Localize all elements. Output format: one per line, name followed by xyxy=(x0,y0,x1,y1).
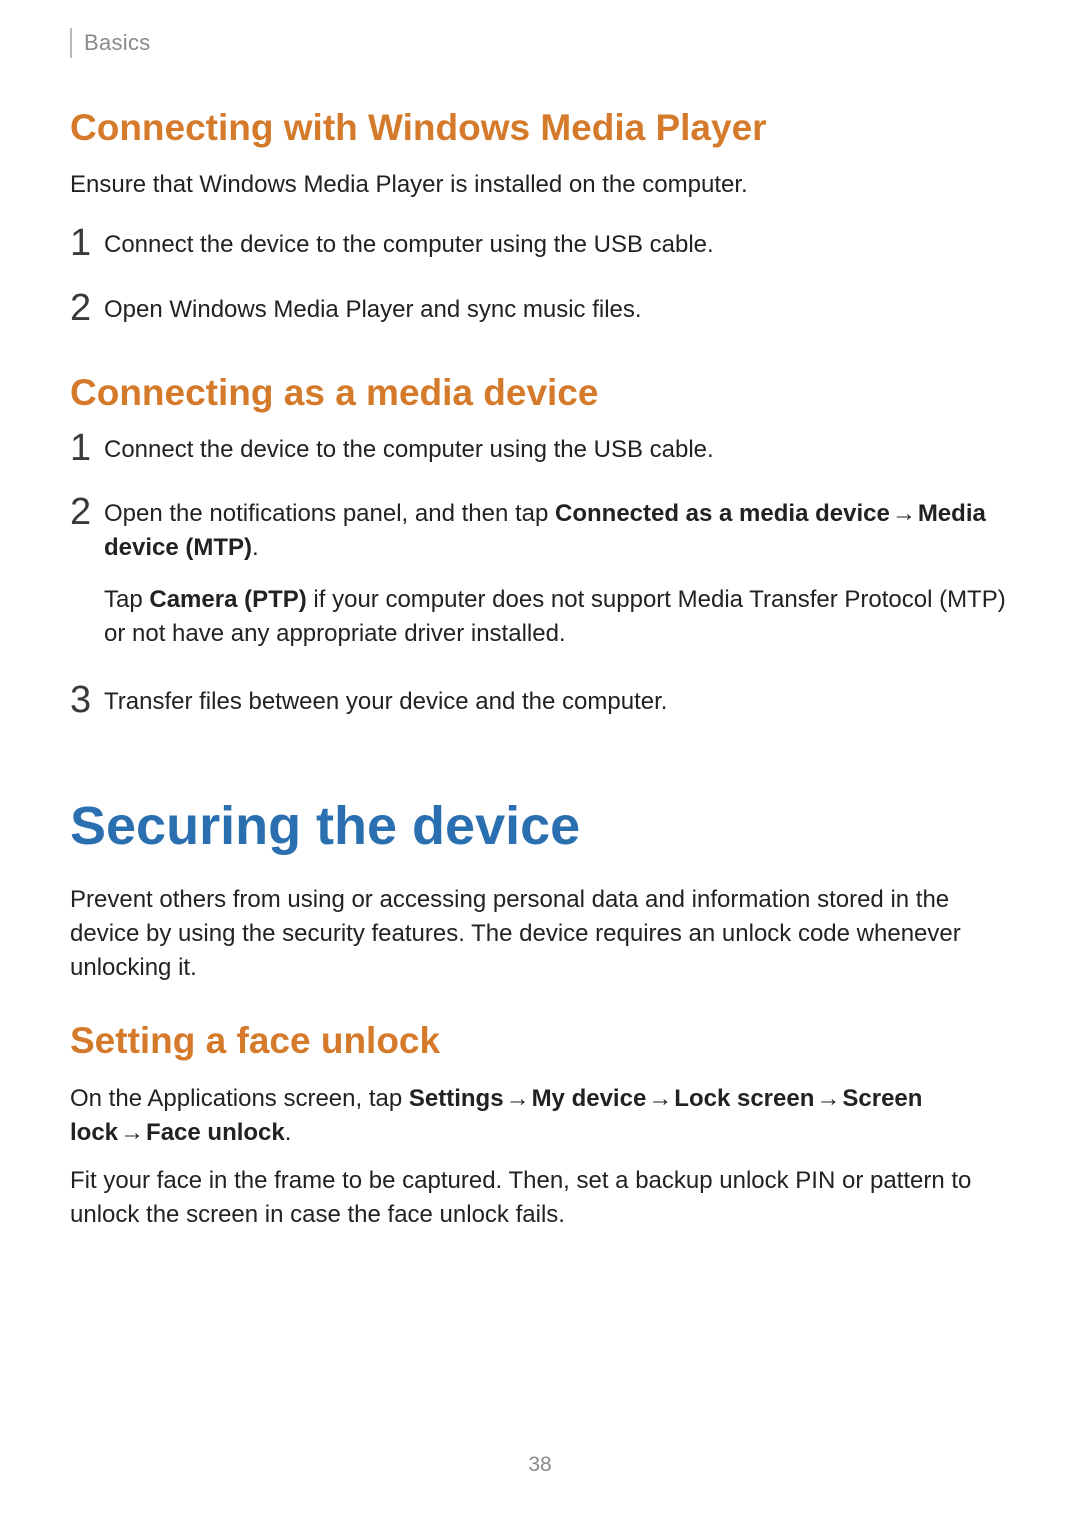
header-divider xyxy=(70,28,72,58)
step-number: 2 xyxy=(70,493,104,531)
step-number: 1 xyxy=(70,224,104,262)
heading-media-device: Connecting as a media device xyxy=(70,371,1010,415)
arrow-icon: → xyxy=(504,1085,532,1112)
page-number: 38 xyxy=(0,1453,1080,1477)
list-item: 3 Transfer files between your device and… xyxy=(70,685,1010,719)
arrow-icon: → xyxy=(118,1119,146,1146)
section-wmp: Connecting with Windows Media Player Ens… xyxy=(70,106,1010,327)
section-media-device: Connecting as a media device 1 Connect t… xyxy=(70,371,1010,720)
step-text: Connect the device to the computer using… xyxy=(104,228,1010,262)
arrow-icon: → xyxy=(814,1085,842,1112)
step-number: 3 xyxy=(70,681,104,719)
list-item: 1 Connect the device to the computer usi… xyxy=(70,228,1010,262)
face-unlock-instructions: Fit your face in the frame to be capture… xyxy=(70,1164,1010,1232)
heading-securing: Securing the device xyxy=(70,797,1010,856)
step-text: Open the notifications panel, and then t… xyxy=(104,497,1010,651)
step-number: 1 xyxy=(70,429,104,467)
running-header: Basics xyxy=(70,28,1010,58)
list-item: 1 Connect the device to the computer usi… xyxy=(70,433,1010,467)
arrow-icon: → xyxy=(890,500,918,527)
media-steps: 1 Connect the device to the computer usi… xyxy=(70,433,1010,719)
section-label: Basics xyxy=(84,30,151,56)
heading-face-unlock: Setting a face unlock xyxy=(70,1019,1010,1063)
step-text: Connect the device to the computer using… xyxy=(104,433,1010,467)
securing-intro: Prevent others from using or accessing p… xyxy=(70,883,1010,985)
list-item: 2 Open Windows Media Player and sync mus… xyxy=(70,293,1010,327)
manual-page: Basics Connecting with Windows Media Pla… xyxy=(0,0,1080,1527)
wmp-intro: Ensure that Windows Media Player is inst… xyxy=(70,168,1010,202)
wmp-steps: 1 Connect the device to the computer usi… xyxy=(70,228,1010,326)
section-securing: Securing the device Prevent others from … xyxy=(70,797,1010,985)
list-item: 2 Open the notifications panel, and then… xyxy=(70,497,1010,651)
step-text: Open Windows Media Player and sync music… xyxy=(104,293,1010,327)
section-face-unlock: Setting a face unlock On the Application… xyxy=(70,1019,1010,1232)
step-text: Transfer files between your device and t… xyxy=(104,685,1010,719)
step-number: 2 xyxy=(70,289,104,327)
heading-wmp: Connecting with Windows Media Player xyxy=(70,106,1010,150)
face-unlock-path: On the Applications screen, tap Settings… xyxy=(70,1082,1010,1150)
arrow-icon: → xyxy=(646,1085,674,1112)
